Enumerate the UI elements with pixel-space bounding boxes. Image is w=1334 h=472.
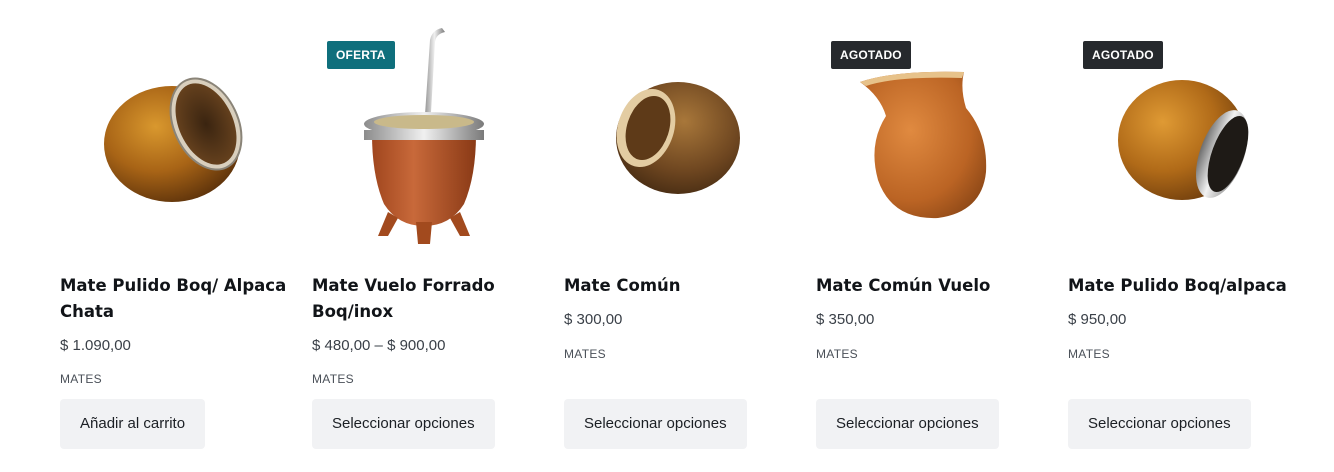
product-price: $ 1.090,00 (60, 337, 131, 354)
product-image-link[interactable] (60, 26, 300, 248)
product-price: $ 950,00 (1068, 311, 1127, 328)
product-category[interactable]: MATES (60, 372, 102, 386)
product-category[interactable]: MATES (816, 347, 858, 361)
product-price: $ 300,00 (564, 311, 623, 328)
product-card: Mate Pulido Boq/ Alpaca Chata $ 1.090,00… (60, 26, 300, 466)
sold-out-badge: AGOTADO (1083, 41, 1163, 69)
product-image (104, 77, 243, 202)
product-image (616, 82, 740, 194)
product-category[interactable]: MATES (564, 347, 606, 361)
add-to-cart-button[interactable]: Añadir al carrito (60, 399, 206, 449)
product-title[interactable]: Mate Vuelo Forrado Boq/inox (312, 273, 542, 325)
product-grid: Mate Pulido Boq/ Alpaca Chata $ 1.090,00… (60, 26, 1290, 466)
product-category[interactable]: MATES (1068, 347, 1110, 361)
product-card: Mate Común $ 300,00 MATES Seleccionar op… (564, 26, 804, 466)
sold-out-badge: AGOTADO (831, 41, 911, 69)
product-title[interactable]: Mate Pulido Boq/alpaca (1068, 273, 1298, 299)
product-card: OFERTA Mate Vuelo Forrado Boq/inox $ 480… (312, 26, 552, 466)
product-price: $ 480,00 – $ 900,00 (312, 337, 446, 354)
select-options-button[interactable]: Seleccionar opciones (1068, 399, 1251, 449)
product-title[interactable]: Mate Común (564, 273, 794, 299)
product-title[interactable]: Mate Común Vuelo (816, 273, 1046, 299)
select-options-button[interactable]: Seleccionar opciones (816, 399, 999, 449)
select-options-button[interactable]: Seleccionar opciones (564, 399, 747, 449)
product-image-link[interactable]: OFERTA (312, 26, 552, 248)
select-options-button[interactable]: Seleccionar opciones (312, 399, 495, 449)
product-card: AGOTADO Mate Común Vuelo $ 350,00 MATES … (816, 26, 1056, 466)
product-title[interactable]: Mate Pulido Boq/ Alpaca Chata (60, 273, 290, 325)
product-image-link[interactable]: AGOTADO (816, 26, 1056, 248)
product-category[interactable]: MATES (312, 372, 354, 386)
product-image-link[interactable] (564, 26, 804, 248)
sale-badge: OFERTA (327, 41, 395, 69)
product-card: AGOTADO Mate Pulido Boq/alpaca $ 950,00 … (1068, 26, 1308, 466)
product-image-link[interactable]: AGOTADO (1068, 26, 1308, 248)
product-price: $ 350,00 (816, 311, 875, 328)
